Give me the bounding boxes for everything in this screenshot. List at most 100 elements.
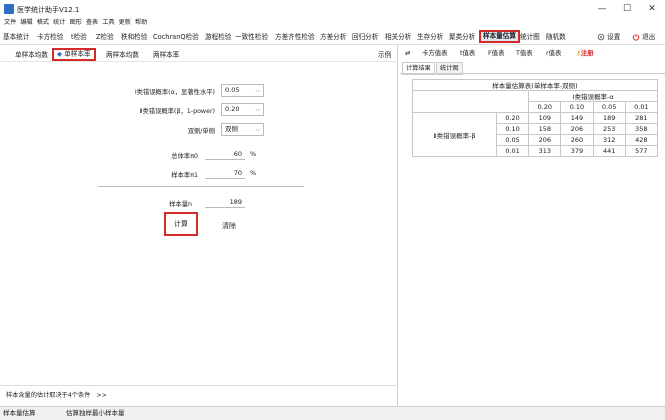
- menu-graph[interactable]: 图形: [70, 17, 86, 28]
- table-cell: 441: [592, 145, 626, 157]
- swap-icon[interactable]: ⇄: [405, 48, 410, 59]
- tab-stat-chart[interactable]: 统计图: [520, 31, 540, 43]
- subtab-single-rate[interactable]: ◆ 单样本率: [52, 48, 96, 61]
- alpha-header: Ⅰ类错误概率-α: [528, 90, 658, 102]
- menu-tools[interactable]: 工具: [102, 17, 118, 28]
- tab-basic-stats[interactable]: 基本统计: [3, 31, 29, 43]
- app-icon: [4, 4, 14, 14]
- sides-label: 双侧/单侧: [187, 128, 215, 135]
- subtab-single-rate-label: 单样本率: [64, 50, 91, 58]
- tab-survival[interactable]: 生存分析: [417, 31, 443, 43]
- toolbar: 基本统计 卡方检验 t检验 Z检验 秩和检验 CochranQ检验 游程检验 一…: [0, 29, 665, 45]
- tab-t-test[interactable]: t检验: [71, 31, 87, 43]
- maximize-button[interactable]: ☐: [617, 3, 637, 15]
- calculate-button[interactable]: 计算: [164, 212, 198, 236]
- exit-label: 退出: [642, 33, 656, 41]
- tab-f-table[interactable]: F值表: [488, 48, 504, 59]
- tab-T-table[interactable]: T值表: [516, 48, 533, 59]
- tab-sample-size[interactable]: 样本量估算: [479, 30, 520, 43]
- table-cell: 253: [592, 123, 626, 135]
- chevron-down-icon: ⌵: [255, 126, 260, 133]
- table-cell: 158: [528, 123, 562, 135]
- status-bar: 样本量估算 估算独样最小样本量: [0, 406, 665, 420]
- tab-cochranq[interactable]: CochranQ检验: [153, 31, 199, 43]
- alpha-col: 0.01: [624, 101, 659, 113]
- menu-update[interactable]: 更新: [119, 17, 135, 28]
- table-cell: 109: [528, 112, 562, 124]
- table-cell: 189: [592, 112, 626, 124]
- alpha-col: 0.05: [592, 101, 626, 113]
- menu-edit[interactable]: 编辑: [20, 17, 36, 28]
- minimize-button[interactable]: —: [592, 3, 612, 15]
- status-left: 样本量估算: [3, 409, 36, 417]
- pi0-label: 总体率π0: [171, 153, 198, 160]
- menu-help[interactable]: 帮助: [135, 17, 151, 28]
- menu-bar: 文件 编辑 格式 统计 图形 查表 工具 更新 帮助: [0, 17, 665, 28]
- beta-select[interactable]: 0.20 ⌵: [221, 103, 264, 116]
- subtab-bar: 单样本均数 ◆ 单样本率 两样本均数 两样本率 示例: [0, 47, 398, 62]
- pi1-label: 样本率π1: [171, 172, 198, 179]
- table-cell: 358: [624, 123, 659, 135]
- table-cell: 312: [592, 134, 626, 146]
- gear-icon: [597, 33, 605, 41]
- pi0-unit: %: [250, 150, 257, 158]
- table-corner: [411, 90, 530, 113]
- tab-consistency[interactable]: 一致性检验: [235, 31, 268, 43]
- table-cell: 313: [528, 145, 562, 157]
- alpha-value: 0.05: [225, 86, 240, 94]
- beta-row-label: 0.10: [495, 123, 530, 135]
- sample-size-table: 样本量估算表(单样本率-双侧) Ⅰ类错误概率-α 0.20 0.10 0.05 …: [411, 79, 659, 157]
- table-cell: 281: [624, 112, 659, 124]
- beta-header: Ⅱ类错误概率-β: [412, 112, 497, 157]
- clear-button[interactable]: 清除: [222, 221, 236, 231]
- settings-label: 设置: [607, 33, 621, 41]
- exit-button[interactable]: 退出: [632, 31, 655, 43]
- table-cell: 577: [624, 145, 659, 157]
- alpha-col: 0.20: [528, 101, 562, 113]
- menu-lookup[interactable]: 查表: [86, 17, 102, 28]
- n-label: 样本量n: [169, 201, 192, 208]
- sides-select[interactable]: 双侧 ⌵: [221, 123, 264, 136]
- subtab-two-rate[interactable]: 两样本率: [153, 49, 179, 61]
- tab-cluster[interactable]: 聚类分析: [449, 31, 475, 43]
- tab-regression[interactable]: 回归分析: [352, 31, 378, 43]
- subtab-single-mean[interactable]: 单样本均数: [15, 49, 48, 61]
- subtab-two-mean[interactable]: 两样本均数: [106, 49, 139, 61]
- diamond-icon: ◆: [57, 50, 63, 58]
- settings-button[interactable]: 设置: [597, 31, 620, 43]
- right-toolbar: ⇄ 卡方值表 t值表 F值表 T值表 r值表 ⚷注册: [400, 46, 665, 60]
- tab-z-test[interactable]: Z检验: [96, 31, 114, 43]
- pi0-input[interactable]: 60: [205, 148, 245, 160]
- beta-row-label: 0.01: [495, 145, 530, 157]
- chevron-down-icon: ⌵: [255, 106, 260, 113]
- example-link[interactable]: 示例: [378, 49, 391, 61]
- table-cell: 428: [624, 134, 659, 146]
- alpha-select[interactable]: 0.05 ⌵: [221, 84, 264, 97]
- tab-random[interactable]: 随机数: [546, 31, 566, 43]
- tab-correlation[interactable]: 相关分析: [385, 31, 411, 43]
- menu-file[interactable]: 文件: [4, 17, 20, 28]
- register-label: 注册: [580, 49, 594, 57]
- tab-homogeneity[interactable]: 方差齐性检验: [275, 31, 315, 43]
- register-link[interactable]: ⚷注册: [576, 48, 593, 59]
- alpha-label: Ⅰ类错误概率(α，显著性水平): [134, 89, 215, 96]
- table-cell: 206: [528, 134, 562, 146]
- menu-stats[interactable]: 统计: [53, 17, 69, 28]
- tab-t-table[interactable]: t值表: [460, 48, 475, 59]
- tab-r-table[interactable]: r值表: [546, 48, 561, 59]
- close-button[interactable]: ✕: [642, 3, 662, 15]
- form-divider: [98, 186, 304, 187]
- table-cell: 206: [560, 123, 594, 135]
- title-bar: [0, 0, 665, 18]
- tab-chi-table[interactable]: 卡方值表: [422, 48, 448, 59]
- alpha-col: 0.10: [560, 101, 594, 113]
- menu-format[interactable]: 格式: [37, 17, 53, 28]
- tab-rank-sum[interactable]: 秩和检验: [121, 31, 147, 43]
- tab-runs-test[interactable]: 游程检验: [205, 31, 231, 43]
- tab-anova[interactable]: 方差分析: [320, 31, 346, 43]
- table-cell: 149: [560, 112, 594, 124]
- tab-chi-square[interactable]: 卡方检验: [37, 31, 63, 43]
- pi1-input[interactable]: 70: [205, 167, 245, 179]
- footnote[interactable]: 样本含量的估计取决于4个条件 >>: [0, 385, 398, 405]
- left-panel: [0, 45, 398, 406]
